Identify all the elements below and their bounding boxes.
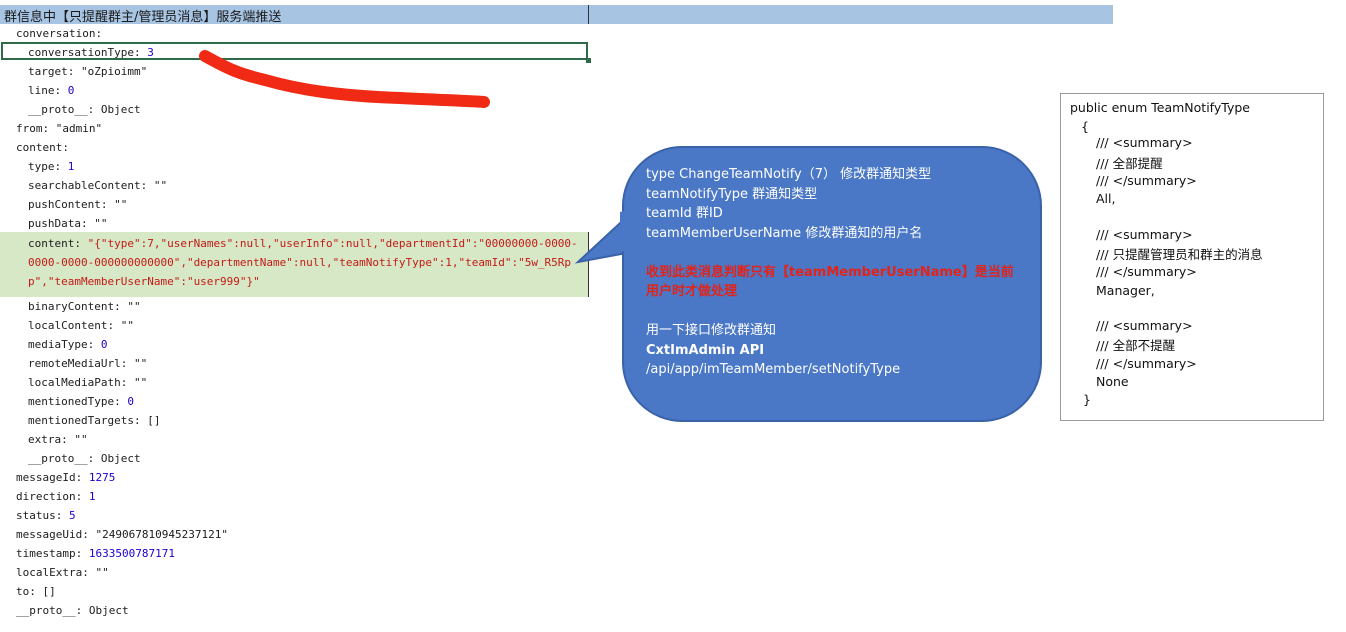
enum-line: /// 只提醒管理员和群主的消息 [1096, 247, 1263, 262]
enum-line: /// </summary> [1096, 264, 1197, 279]
enum-line: { [1081, 119, 1089, 134]
callout-warning: 用户时才做处理 [646, 284, 738, 299]
enum-line: /// </summary> [1096, 173, 1197, 188]
enum-line: /// </summary> [1096, 356, 1197, 371]
enum-line: All, [1096, 191, 1116, 206]
callout-text: type ChangeTeamNotify（7） 修改群通知类型 teamNot… [646, 165, 1036, 380]
enum-line: public enum TeamNotifyType [1070, 100, 1250, 115]
enum-line: None [1096, 374, 1129, 389]
enum-code-box: public enum TeamNotifyType { /// <summar… [1060, 93, 1324, 421]
enum-line: /// <summary> [1096, 135, 1193, 150]
callout-api-path: /api/app/imTeamMember/setNotifyType [646, 362, 901, 377]
callout-warning: 收到此类消息判断只有【teamMemberUserName】是当前 [646, 264, 1014, 280]
enum-line: /// <summary> [1096, 227, 1193, 242]
enum-line: Manager, [1096, 283, 1155, 298]
enum-line: /// 全部不提醒 [1096, 338, 1176, 353]
callout-pointer-fill [620, 208, 636, 256]
callout-line: 用一下接口修改群通知 [646, 323, 777, 338]
enum-line: /// <summary> [1096, 318, 1193, 333]
callout-line: teamNotifyType 群通知类型 [646, 186, 818, 202]
callout-line: teamMemberUserName 修改群通知的用户名 [646, 225, 923, 241]
callout-line: type ChangeTeamNotify（7） 修改群通知类型 [646, 167, 932, 182]
enum-line: } [1083, 392, 1091, 407]
enum-line: /// 全部提醒 [1096, 156, 1163, 171]
callout-line: teamId 群ID [646, 206, 723, 221]
callout-api-name: CxtImAdmin API [646, 342, 765, 358]
